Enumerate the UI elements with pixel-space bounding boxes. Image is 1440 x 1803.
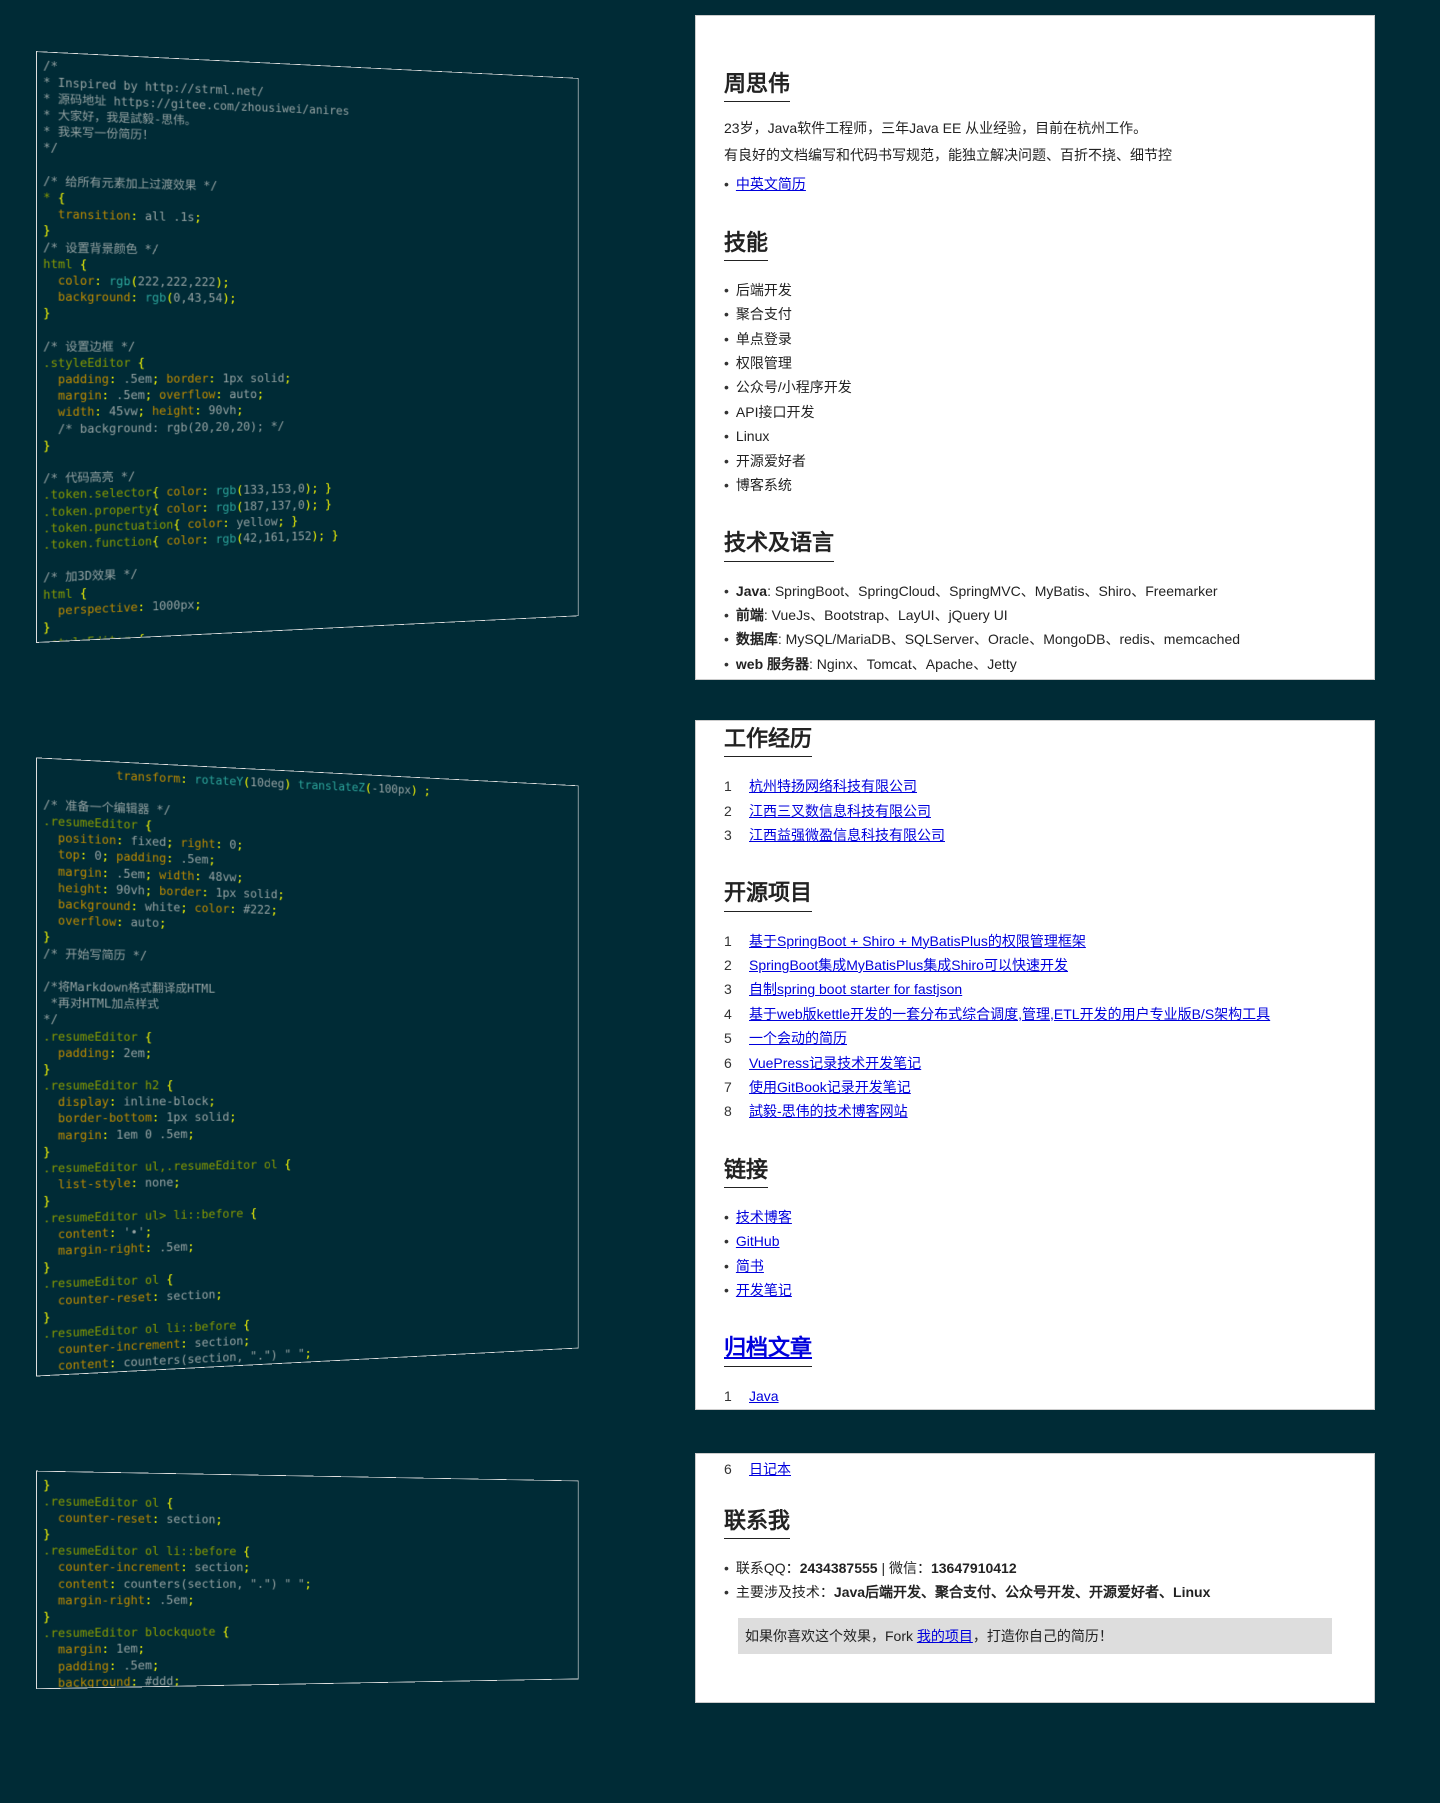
- archive-heading-link[interactable]: 归档文章: [724, 1335, 812, 1360]
- style-editor-col-2: transform: rotateY(10deg) translateZ(-10…: [15, 720, 695, 1413]
- list-link[interactable]: 試毅-思伟的技术博客网站: [749, 1103, 908, 1119]
- resume-col-1: 周思伟 23岁，Java软件工程师，三年Java EE 从业经验，目前在杭州工作…: [695, 15, 1395, 680]
- list-item: Linux: [724, 1409, 1346, 1410]
- list-item: 試毅-思伟的技术博客网站: [724, 1100, 1346, 1122]
- list-item: 博客系统: [724, 474, 1346, 496]
- skills-list: 后端开发聚合支付单点登录权限管理公众号/小程序开发 API接口开发Linux 开源爱…: [724, 279, 1346, 497]
- list-link[interactable]: VuePress记录技术开发笔记: [749, 1055, 921, 1071]
- list-item: 江西益强微盈信息科技有限公司: [724, 824, 1346, 846]
- list-item: OS: Linux、Windows: [724, 677, 1346, 680]
- work-list: 杭州特扬网络科技有限公司江西三叉数信息科技有限公司江西益强微盈信息科技有限公司: [724, 775, 1346, 846]
- tech-list: Java: SpringBoot、SpringCloud、SpringMVC、M…: [724, 580, 1346, 680]
- links-list: 技术博客 GitHub 简书开发笔记: [724, 1206, 1346, 1302]
- contact-wx: 13647910412: [931, 1560, 1017, 1576]
- tech-heading: 技术及语言: [724, 525, 834, 561]
- list-item: VuePress记录技术开发笔记: [724, 1052, 1346, 1074]
- list-item: web 服务器: Nginx、Tomcat、Apache、Jetty: [724, 653, 1346, 675]
- list-item: 聚合支付: [724, 303, 1346, 325]
- style-editor-col-3: } .resumeEditor ol { counter-reset: sect…: [15, 1453, 695, 1706]
- list-link[interactable]: 自制spring boot starter for fastjson: [749, 981, 962, 997]
- list-item: 开发笔记: [724, 1279, 1346, 1301]
- resume-editor-2[interactable]: 工作经历 杭州特扬网络科技有限公司江西三叉数信息科技有限公司江西益强微盈信息科技…: [695, 720, 1375, 1410]
- list-item: 基于SpringBoot + Shiro + MyBatisPlus的权限管理框…: [724, 930, 1346, 952]
- style-editor-1[interactable]: /* * Inspired by http://strml.net/ * 源码地…: [36, 51, 579, 643]
- work-heading-2: 工作经历: [724, 721, 812, 757]
- style-editor-3[interactable]: } .resumeEditor ol { counter-reset: sect…: [36, 1470, 579, 1688]
- resume-editor-3[interactable]: 6 日记本 联系我 联系QQ：2434387555 | 微信：1364791041…: [695, 1453, 1375, 1703]
- list-link[interactable]: 简书: [736, 1258, 764, 1274]
- skills-heading: 技能: [724, 225, 768, 261]
- style-editor-col-1: /* * Inspired by http://strml.net/ * 源码地…: [15, 15, 695, 680]
- proj-heading: 开源项目: [724, 875, 812, 911]
- fork-quote: 如果你喜欢这个效果，Fork 我的项目，打造你自己的简历！: [738, 1618, 1332, 1654]
- list-link[interactable]: 江西三叉数信息科技有限公司: [749, 803, 931, 819]
- list-link[interactable]: 杭州特扬网络科技有限公司: [749, 778, 917, 794]
- contact-qq-line: 联系QQ：2434387555 | 微信：13647910412: [724, 1557, 1346, 1579]
- contact-heading: 联系我: [724, 1503, 790, 1539]
- list-item: 杭州特扬网络科技有限公司: [724, 775, 1346, 797]
- list-item: API接口开发: [724, 401, 1346, 423]
- contact-tech: Java后端开发、聚合支付、公众号开发、开源爱好者、Linux: [834, 1584, 1210, 1600]
- archive-list: JavaLinuxELK日志分析MySQLHexo: [724, 1385, 1346, 1410]
- list-link[interactable]: 基于SpringBoot + Shiro + MyBatisPlus的权限管理框…: [749, 933, 1086, 949]
- list-link[interactable]: 技术博客: [736, 1209, 792, 1225]
- list-item: 自制spring boot starter for fastjson: [724, 978, 1346, 1000]
- list-item: 技术博客: [724, 1206, 1346, 1228]
- intro-line-2: 有良好的文档编写和代码书写规范，能独立解决问题、百折不挠、细节控: [724, 144, 1346, 166]
- list-link[interactable]: Java: [749, 1388, 779, 1404]
- list-item: 公众号/小程序开发: [724, 376, 1346, 398]
- list-item: 一个会动的简历: [724, 1027, 1346, 1049]
- contact-list: 联系QQ：2434387555 | 微信：13647910412 主要涉及技术：…: [724, 1557, 1346, 1604]
- list-item: Java: [724, 1385, 1346, 1407]
- archive-item-6: 6 日记本: [724, 1458, 1346, 1480]
- list-link[interactable]: 基于web版kettle开发的一套分布式综合调度,管理,ETL开发的用户专业版B…: [749, 1006, 1270, 1022]
- row-3: } .resumeEditor ol { counter-reset: sect…: [0, 1453, 1440, 1706]
- fork-link[interactable]: 我的项目: [917, 1628, 973, 1644]
- intro-line-1: 23岁，Java软件工程师，三年Java EE 从业经验，目前在杭州工作。: [724, 117, 1346, 139]
- resume-col-3: 6 日记本 联系我 联系QQ：2434387555 | 微信：1364791041…: [695, 1453, 1395, 1706]
- style-editor-2[interactable]: transform: rotateY(10deg) translateZ(-10…: [36, 757, 579, 1376]
- list-item: 基于web版kettle开发的一套分布式综合调度,管理,ETL开发的用户专业版B…: [724, 1003, 1346, 1025]
- lang-link-list: 中英文简历: [724, 173, 1346, 195]
- lang-link[interactable]: 中英文简历: [736, 176, 806, 192]
- list-item: 单点登录: [724, 328, 1346, 350]
- contact-tech-line: 主要涉及技术：Java后端开发、聚合支付、公众号开发、开源爱好者、Linux: [724, 1581, 1346, 1603]
- contact-qq: 2434387555: [800, 1560, 878, 1576]
- proj-list: 基于SpringBoot + Shiro + MyBatisPlus的权限管理框…: [724, 930, 1346, 1123]
- list-item: 数据库: MySQL/MariaDB、SQLServer、Oracle、Mong…: [724, 628, 1346, 650]
- resume-editor-1[interactable]: 周思伟 23岁，Java软件工程师，三年Java EE 从业经验，目前在杭州工作…: [695, 15, 1375, 680]
- archive-item-6-link[interactable]: 日记本: [749, 1461, 791, 1477]
- list-item: 权限管理: [724, 352, 1346, 374]
- list-link[interactable]: 使用GitBook记录开发笔记: [749, 1079, 911, 1095]
- list-item: 后端开发: [724, 279, 1346, 301]
- list-link[interactable]: GitHub: [736, 1233, 780, 1249]
- list-item: 简书: [724, 1255, 1346, 1277]
- list-link[interactable]: 一个会动的简历: [749, 1030, 847, 1046]
- row-2: transform: rotateY(10deg) translateZ(-10…: [0, 720, 1440, 1413]
- list-item: Linux: [724, 425, 1346, 447]
- list-item: 使用GitBook记录开发笔记: [724, 1076, 1346, 1098]
- list-item: Java: SpringBoot、SpringCloud、SpringMVC、M…: [724, 580, 1346, 602]
- resume-col-2: 工作经历 杭州特扬网络科技有限公司江西三叉数信息科技有限公司江西益强微盈信息科技…: [695, 720, 1395, 1413]
- archive-item-6-num: 6: [724, 1458, 742, 1480]
- archive-heading: 归档文章: [724, 1330, 812, 1366]
- list-link[interactable]: 开发笔记: [736, 1282, 792, 1298]
- links-heading: 链接: [724, 1152, 768, 1188]
- list-item: 前端: VueJs、Bootstrap、LayUI、jQuery UI: [724, 604, 1346, 626]
- resume-name: 周思伟: [724, 66, 790, 102]
- row-1: /* * Inspired by http://strml.net/ * 源码地…: [0, 15, 1440, 680]
- list-link[interactable]: SpringBoot集成MyBatisPlus集成Shiro可以快速开发: [749, 957, 1068, 973]
- list-item: 开源爱好者: [724, 450, 1346, 472]
- list-item: 江西三叉数信息科技有限公司: [724, 800, 1346, 822]
- list-item: GitHub: [724, 1230, 1346, 1252]
- list-link[interactable]: 江西益强微盈信息科技有限公司: [749, 827, 945, 843]
- list-item: SpringBoot集成MyBatisPlus集成Shiro可以快速开发: [724, 954, 1346, 976]
